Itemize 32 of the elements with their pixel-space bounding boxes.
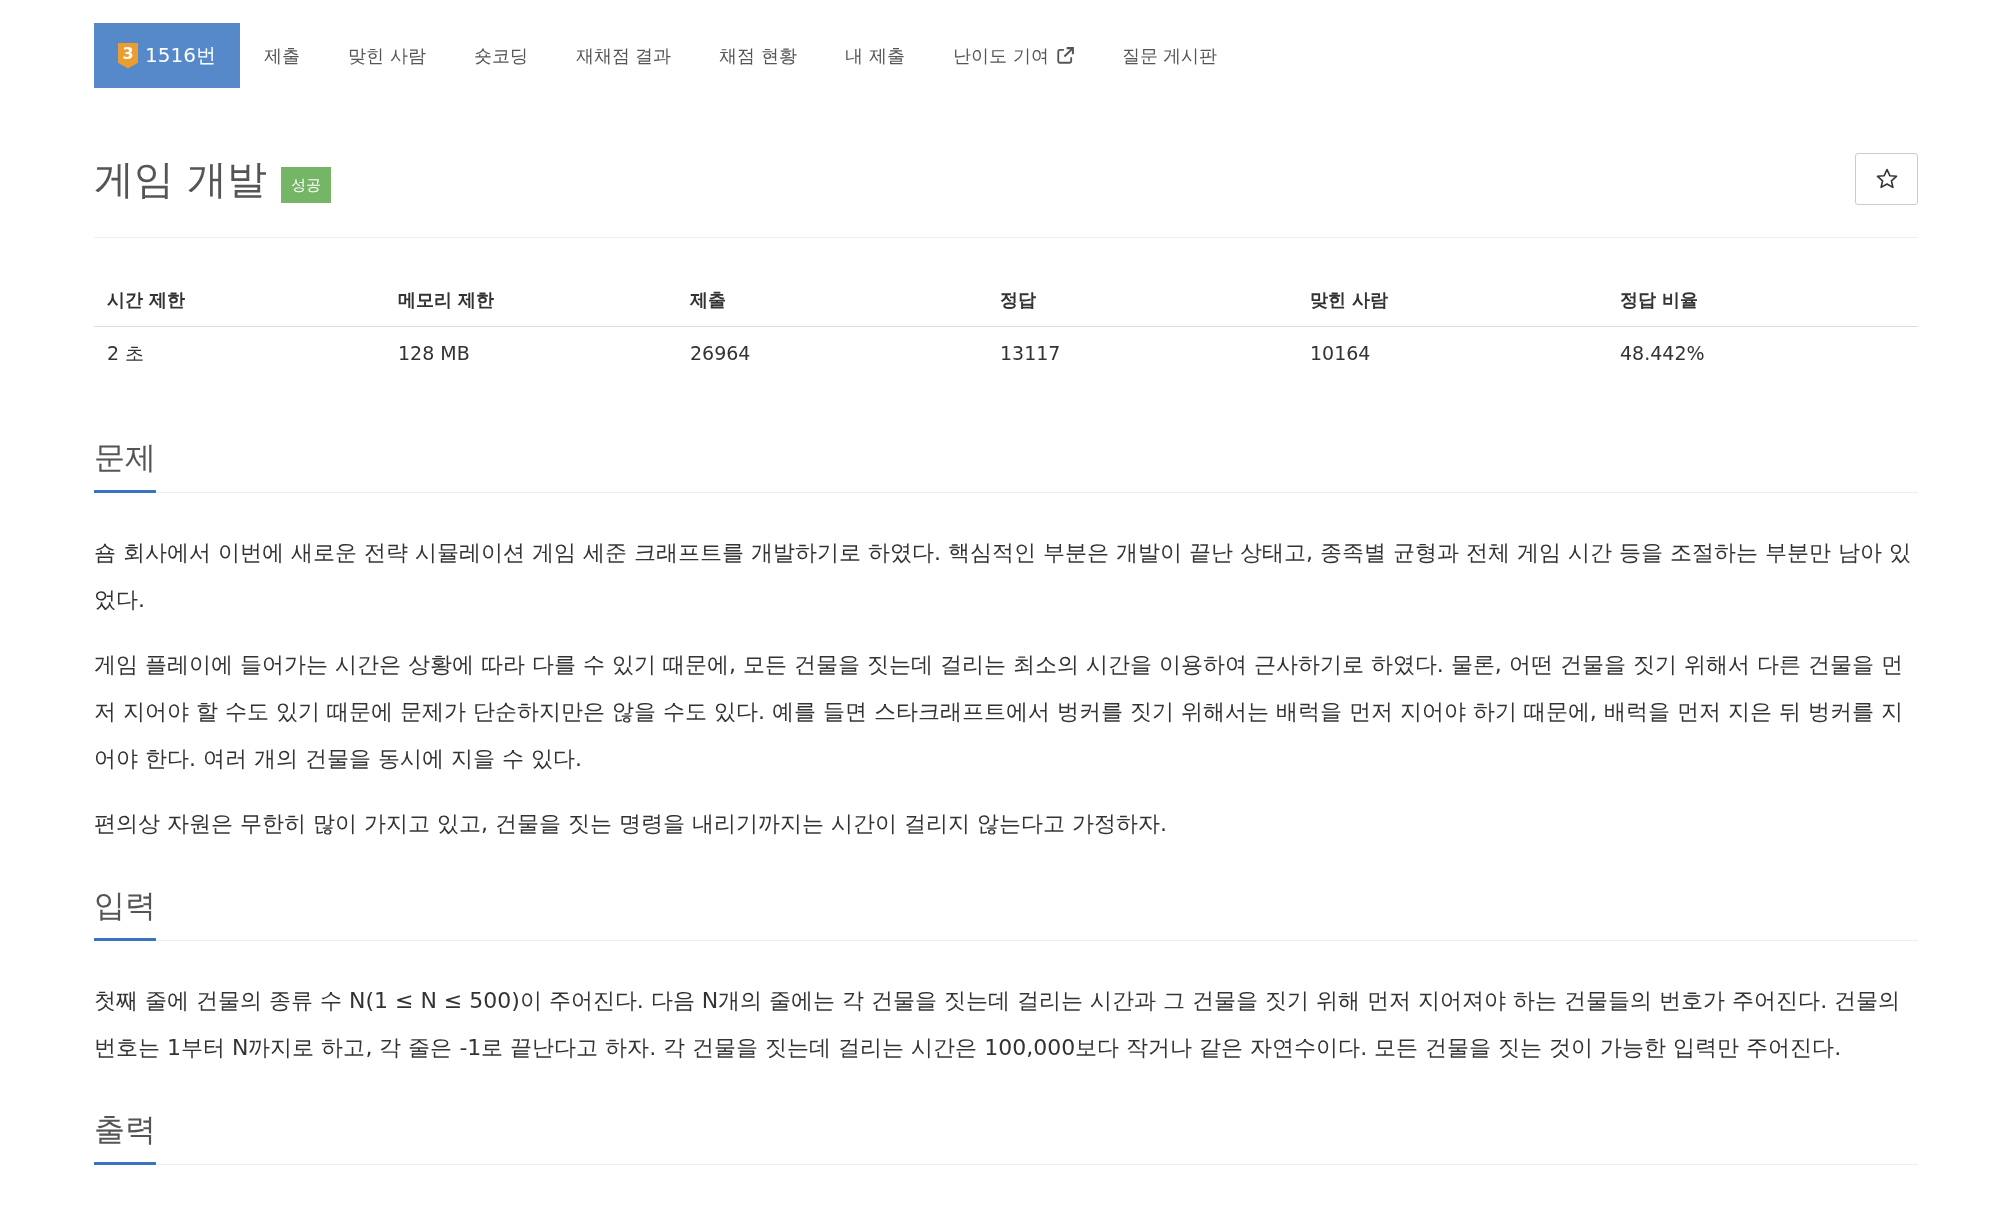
table-cell-text: 48.442% [1619,341,1706,366]
table-header-cell: 맞힌 사람 [1297,274,1607,327]
section-heading: 출력 [94,1109,156,1165]
table-header-cell: 정답 비율 [1607,274,1918,327]
paragraph: 숌 회사에서 이번에 새로운 전략 시뮬레이션 게임 세준 크래프트를 개발하기로 하였다. 핵심적인 부분은 개발이 끝난 상태고, 종족별 균형과 전체 게임 시간 등을 조절하는 부분만 남아 있었다. [94,539,1912,614]
table-header-cell: 시간 제한 [94,274,385,327]
section-heading: 문제 [94,437,156,493]
table-cell-text: 128 MB [397,341,471,366]
paragraph: 첫째 줄에 건물의 종류 수 N(1 ≤ N ≤ 500)이 주어진다. 다음 N개의 줄에는 각 건물을 짓는데 걸리는 시간과 그 건물을 짓기 위해 먼저 지어져야 하는 건물들의 번호가 주어진다. 건물의 번호는 1부터 N까지로 하고, 각 줄은 -1로 끝난다고 하자. 각 건물을 짓는데 걸리는 시간은 100,000보다 작거나 같은 자연수이다. 모든 건물을 짓는 것이 가능한 입력만 주어진다. [94,987,1902,1062]
table-cell-text: 10164 [1309,341,1372,366]
nav-tab[interactable]: 제출 [239,23,324,88]
result-badge: 성공 [280,167,331,203]
paragraph: 게임 플레이에 들어가는 시간은 상황에 따라 다를 수 있기 때문에, 모든 건물을 짓는데 걸리는 최소의 시간을 이용하여 근사하기로 하였다. 물론, 어떤 건물을 짓기 위해서 다른 건물을 먼저 지어야 할 수도 있기 때문에 문제가 단순하지만은 않을 수도 있다. 예를 들면 스타크래프트에서 벙커를 짓기 위해서는 배럭을 먼저 지어야 하기 때문에, 배럭을 먼저 지은 뒤 벙커를 지어야 한다. 여러 개의 건물을 동시에 지을 수 있다. [94,651,1904,773]
paragraph: 편의상 자원은 무한히 많이 가지고 있고, 건물을 짓는 명령을 내리기까지는 시간이 걸리지 않는다고 가정하자. [94,810,1168,838]
table-header-cell: 정답 [987,274,1297,327]
table-cell-text: 13117 [999,341,1062,366]
bookmark-button[interactable] [1855,153,1918,205]
table-cell-text: 26964 [689,341,752,366]
nav-tab[interactable]: 맞힌 사람 [323,23,450,88]
section-heading: 입력 [94,885,156,941]
table-header-cell: 메모리 제한 [385,274,677,327]
nav-tab[interactable]: 채점 현황 [695,23,822,88]
table-cell-text: 2 초 [106,341,146,366]
nav-tab[interactable]: 내 제출 [821,23,929,88]
table-header-cell: 제출 [677,274,987,327]
nav-tab[interactable]: 3 1516번 [94,23,240,88]
nav-tab[interactable]: 난이도 기여 [928,23,1098,88]
nav-tab[interactable]: 재채점 결과 [551,23,696,88]
tier-badge: 3 [118,42,138,69]
problem-title: 게임 개발 [94,155,267,204]
nav-tab[interactable]: 질문 게시판 [1097,23,1242,88]
nav-tab[interactable]: 숏코딩 [449,23,552,88]
